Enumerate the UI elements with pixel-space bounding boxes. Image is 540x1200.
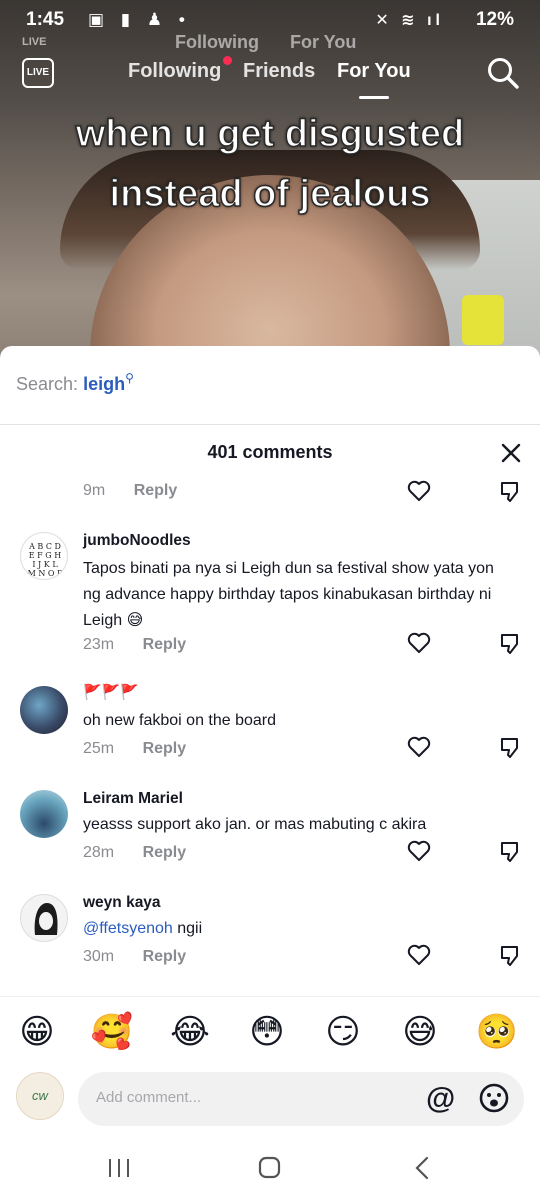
comments-sheet: Search: leigh⚲ 401 comments 9m Reply A B… <box>0 346 540 1200</box>
tab-following[interactable]: Following <box>128 60 221 83</box>
my-avatar[interactable]: cw <box>16 1072 64 1120</box>
alphabet-avatar-image: A B C D E F G H I J K L M N O P <box>28 542 63 578</box>
back-icon[interactable] <box>415 1156 429 1180</box>
heart-icon[interactable] <box>406 734 432 760</box>
comment-text: oh new fakboi on the board <box>83 712 277 729</box>
video-caption: when u get disgusted instead of jealous <box>0 104 540 224</box>
comment-meta: 25m Reply <box>83 740 186 758</box>
close-icon[interactable] <box>498 440 524 466</box>
svg-text:M N O P: M N O P <box>28 569 63 578</box>
status-time: 1:45 <box>26 9 65 30</box>
comment-text: Tapos binati pa nya si Leigh dun sa fest… <box>83 560 494 629</box>
comment-meta: 9m Reply <box>83 482 177 500</box>
avatar[interactable] <box>20 686 68 734</box>
emoji-smirk[interactable]: 😏 <box>321 1012 365 1052</box>
reply-button[interactable]: Reply <box>143 948 187 965</box>
thumbs-down-icon[interactable] <box>498 632 522 656</box>
comment-text: yeasss support ako jan. or mas mabuting … <box>83 816 427 833</box>
tab-friends[interactable]: Friends <box>243 60 315 83</box>
search-icon[interactable] <box>486 56 520 90</box>
thumbs-down-icon[interactable] <box>498 736 522 760</box>
comment-meta: 23m Reply <box>83 636 186 654</box>
notification-icons: ▣ ▮ ♟ • <box>88 10 191 29</box>
search-suggestion[interactable]: Search: leigh⚲ <box>16 371 134 395</box>
comment-time: 30m <box>83 948 115 965</box>
svg-text:I J K L: I J K L <box>32 560 58 569</box>
heart-icon[interactable] <box>406 838 432 864</box>
emoji-sweat-smile[interactable]: 😅 <box>398 1012 442 1052</box>
ghost-tab-following: Following <box>175 32 259 52</box>
system-navigation-bar <box>109 1156 429 1180</box>
emoji-pleading[interactable]: 🥺 <box>475 1012 519 1052</box>
emoji-hearts[interactable]: 🥰 <box>90 1012 134 1052</box>
comment-text: @ffetsyenoh ngii <box>83 916 513 942</box>
comment-count: 401 comments <box>207 442 333 462</box>
sketch-avatar-image <box>34 903 58 935</box>
comment-username[interactable]: 🚩🚩🚩 <box>83 683 139 701</box>
emoji-flushed[interactable]: 😳 <box>245 1012 289 1052</box>
comment-input-placeholder: Add comment... <box>96 1089 202 1106</box>
caption-line-2: instead of jealous <box>109 172 431 216</box>
tab-for-you[interactable]: For You <box>337 60 411 83</box>
mention-button[interactable]: @ <box>426 1082 455 1116</box>
heart-icon[interactable] <box>406 942 432 968</box>
emoji-divider <box>0 996 540 997</box>
comment-username[interactable]: Leiram Mariel <box>83 790 183 808</box>
comment-time: 23m <box>83 636 115 653</box>
notification-dot <box>223 56 232 65</box>
reply-button[interactable]: Reply <box>143 844 187 861</box>
thumbs-down-icon[interactable] <box>498 480 522 504</box>
emoji-grin[interactable]: 😁 <box>15 1012 59 1052</box>
emoji-quick-bar: 😁 🥰 😂 😳 😏 😅 🥺 <box>0 1012 540 1068</box>
svg-text:A B C D: A B C D <box>28 542 61 551</box>
active-tab-indicator <box>359 96 389 99</box>
svg-text:E F G H: E F G H <box>29 551 61 560</box>
home-icon[interactable] <box>258 1156 281 1179</box>
emoji-joy[interactable]: 😂 <box>168 1012 212 1052</box>
search-prefix: Search: <box>16 374 79 394</box>
recent-apps-icon[interactable] <box>109 1159 129 1177</box>
reply-button[interactable]: Reply <box>134 482 178 499</box>
comment-time: 25m <box>83 740 115 757</box>
comment-time: 9m <box>83 482 106 499</box>
signal-icons: ✕ ≋ ıl <box>375 12 444 29</box>
comment-username[interactable]: jumboNoodles <box>83 532 191 550</box>
background-sign <box>462 295 504 345</box>
emoji-icon[interactable] <box>478 1082 510 1114</box>
avatar[interactable] <box>20 790 68 838</box>
avatar[interactable]: A B C D E F G H I J K L M N O P <box>20 532 68 580</box>
live-button[interactable]: LIVE <box>22 58 54 88</box>
battery-level: 12% <box>475 9 514 30</box>
comment-meta: 30m Reply <box>83 948 186 966</box>
heart-icon[interactable] <box>406 478 432 504</box>
ghost-live-label: LIVE <box>22 36 47 48</box>
reply-button[interactable]: Reply <box>143 636 187 653</box>
status-bar: 1:45 ▣ ▮ ♟ • ✕ ≋ ıl 12% <box>0 0 540 40</box>
reply-button[interactable]: Reply <box>143 740 187 757</box>
keyword-search-icon: ⚲ <box>125 371 134 385</box>
comment-time: 28m <box>83 844 115 861</box>
heart-icon[interactable] <box>406 630 432 656</box>
caption-line-1: when u get disgusted <box>75 112 465 156</box>
search-keyword[interactable]: leigh <box>83 374 125 394</box>
thumbs-down-icon[interactable] <box>498 840 522 864</box>
divider <box>0 424 540 425</box>
comment-username[interactable]: weyn kaya <box>83 894 161 912</box>
live-label: LIVE <box>26 67 50 78</box>
comment-meta: 28m Reply <box>83 844 186 862</box>
comment-mention[interactable]: @ffetsyenoh <box>83 920 173 937</box>
thumbs-down-icon[interactable] <box>498 944 522 968</box>
avatar[interactable] <box>20 894 68 942</box>
ghost-tab-for-you: For You <box>290 32 357 52</box>
comment-text-body: ngii <box>172 920 203 937</box>
comment-input[interactable]: Add comment... <box>78 1072 524 1126</box>
